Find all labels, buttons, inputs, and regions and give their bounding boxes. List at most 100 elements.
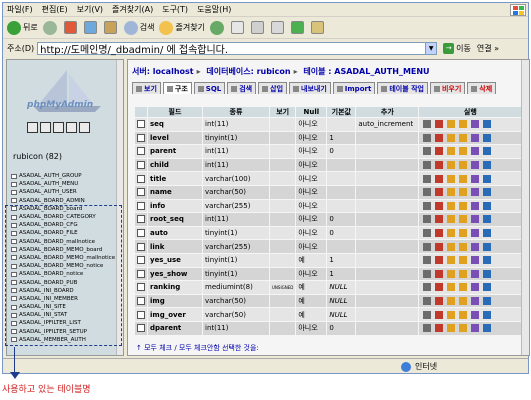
edit-icon[interactable] [423,161,432,170]
links-button[interactable]: 연결 » [477,43,499,54]
fulltext-icon[interactable] [483,188,492,197]
print-button[interactable] [250,21,266,34]
row-checkbox[interactable] [137,188,145,197]
fulltext-icon[interactable] [483,283,492,292]
fulltext-icon[interactable] [483,120,492,129]
tab-browse[interactable]: 보기 [132,82,161,94]
mail-button[interactable] [230,21,246,34]
primary-key-icon[interactable] [447,215,456,224]
unique-icon[interactable] [471,229,480,238]
fulltext-icon[interactable] [483,242,492,251]
index-icon[interactable] [459,120,468,129]
right-scrollbar[interactable] [521,60,529,355]
primary-key-icon[interactable] [447,147,456,156]
index-icon[interactable] [459,310,468,319]
fulltext-icon[interactable] [483,133,492,142]
fulltext-icon[interactable] [483,256,492,265]
index-icon[interactable] [459,147,468,156]
delete-icon[interactable] [435,133,444,142]
table-list-item[interactable]: ASADAL_BOARD_ADMIN [11,197,123,205]
edit-icon[interactable] [423,188,432,197]
index-icon[interactable] [459,215,468,224]
row-checkbox[interactable] [137,161,145,170]
edit-icon[interactable] [423,201,432,210]
field-cell[interactable]: root_seq [148,213,202,226]
delete-icon[interactable] [435,188,444,197]
edit-icon[interactable] [423,133,432,142]
home-button[interactable] [103,21,119,34]
primary-key-icon[interactable] [447,269,456,278]
extra-button[interactable] [310,21,326,34]
index-icon[interactable] [459,242,468,251]
unique-icon[interactable] [471,297,480,306]
row-checkbox[interactable] [137,310,145,319]
tab-operations[interactable]: 테이블 작업 [377,82,428,94]
delete-icon[interactable] [435,297,444,306]
check-all-link[interactable]: 모두 체크 / 모두 체크안함 선택한 것을: [144,344,259,352]
row-checkbox[interactable] [137,147,145,156]
delete-icon[interactable] [435,229,444,238]
fulltext-icon[interactable] [483,147,492,156]
primary-key-icon[interactable] [447,310,456,319]
edit-icon[interactable] [423,269,432,278]
forward-button[interactable] [42,20,59,35]
delete-icon[interactable] [435,120,444,129]
row-checkbox[interactable] [137,269,145,278]
field-cell[interactable]: img [148,294,202,308]
breadcrumb-database[interactable]: 데이터베이스: rubicon [206,67,290,76]
refresh-button[interactable] [83,21,99,34]
row-checkbox[interactable] [137,215,145,224]
unique-icon[interactable] [471,133,480,142]
edit-button[interactable] [270,21,286,34]
unique-icon[interactable] [471,174,480,183]
delete-icon[interactable] [435,283,444,292]
go-button[interactable]: → 이동 [443,42,471,54]
row-checkbox[interactable] [137,297,145,306]
row-checkbox[interactable] [137,133,145,142]
tab-structure[interactable]: 구조 [162,82,192,94]
field-cell[interactable]: yes_use [148,253,202,267]
edit-icon[interactable] [423,310,432,319]
unique-icon[interactable] [471,201,480,210]
index-icon[interactable] [459,161,468,170]
index-icon[interactable] [459,133,468,142]
edit-icon[interactable] [423,174,432,183]
field-cell[interactable]: img_over [148,308,202,321]
fulltext-icon[interactable] [483,229,492,238]
delete-icon[interactable] [435,310,444,319]
reload-icon[interactable] [79,122,90,133]
chevron-down-icon[interactable]: ▼ [425,42,437,54]
unique-icon[interactable] [471,188,480,197]
delete-icon[interactable] [435,161,444,170]
row-checkbox[interactable] [137,256,145,265]
field-cell[interactable]: info [148,199,202,213]
index-icon[interactable] [459,269,468,278]
fulltext-icon[interactable] [483,215,492,224]
edit-icon[interactable] [423,147,432,156]
index-icon[interactable] [459,324,468,333]
field-cell[interactable]: title [148,172,202,185]
fulltext-icon[interactable] [483,324,492,333]
menu-favorites[interactable]: 즐겨찾기(A) [112,4,153,15]
fulltext-icon[interactable] [483,201,492,210]
primary-key-icon[interactable] [447,161,456,170]
breadcrumb-server[interactable]: 서버: localhost [132,67,194,76]
edit-icon[interactable] [423,256,432,265]
home-icon[interactable] [27,122,38,133]
database-name[interactable]: rubicon (82) [13,152,62,161]
index-icon[interactable] [459,174,468,183]
field-cell[interactable]: dparent [148,321,202,335]
table-list-item[interactable]: ASADAL_AUTH_USER [11,188,123,196]
index-icon[interactable] [459,188,468,197]
docs-icon[interactable] [66,122,77,133]
menu-view[interactable]: 보기(V) [77,4,103,15]
unique-icon[interactable] [471,147,480,156]
table-list-item[interactable]: ASADAL_AUTH_MENU [11,180,123,188]
address-input[interactable]: http://도메인명/_dbadmin/ 에 접속합니다. ▼ [37,41,438,56]
index-icon[interactable] [459,201,468,210]
index-icon[interactable] [459,297,468,306]
field-cell[interactable]: yes_show [148,267,202,281]
unique-icon[interactable] [471,242,480,251]
delete-icon[interactable] [435,174,444,183]
delete-icon[interactable] [435,215,444,224]
